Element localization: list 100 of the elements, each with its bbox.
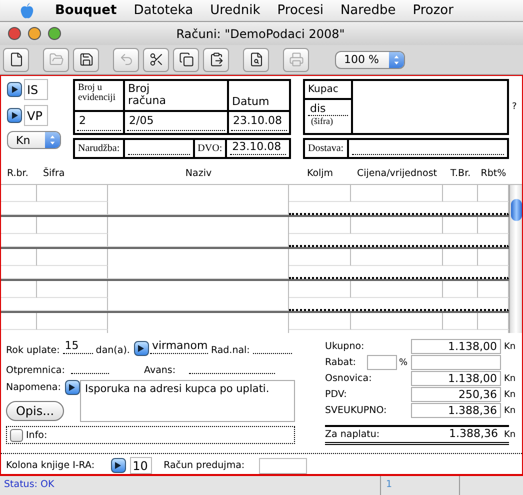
help-mark[interactable]: ? xyxy=(512,102,517,112)
table-cell[interactable] xyxy=(1,298,108,311)
table-cell[interactable] xyxy=(1,184,37,202)
days-label: dan(a). xyxy=(96,345,130,356)
info-checkbox[interactable] xyxy=(10,428,23,442)
menu-item[interactable]: Urednik xyxy=(210,3,260,18)
ira-column-label: Kolona knjige I-RA: xyxy=(6,460,95,471)
column-header: Koljm xyxy=(306,168,334,181)
total-label: Rabat: xyxy=(325,357,357,368)
table-cell[interactable] xyxy=(108,248,289,279)
description-button[interactable]: Opis... xyxy=(6,401,64,422)
menu-item[interactable]: Datoteka xyxy=(134,3,194,18)
table-cell[interactable] xyxy=(351,312,443,330)
payment-method-field[interactable]: virmanom xyxy=(150,339,208,354)
field-value[interactable]: 2/05 xyxy=(127,112,225,131)
table-cell[interactable] xyxy=(443,312,478,330)
code-field[interactable]: VP xyxy=(24,105,48,126)
note-label: Napomena: xyxy=(6,382,61,394)
code-field[interactable]: IS xyxy=(24,79,48,100)
prepayment-field[interactable] xyxy=(258,458,307,474)
window-title: Računi: "DemoPodaci 2008" xyxy=(175,26,346,40)
discount-percent-field[interactable] xyxy=(367,355,397,370)
table-cell[interactable] xyxy=(108,280,289,311)
table-cell[interactable] xyxy=(351,248,443,266)
amount-due: 1.388,36 xyxy=(448,427,499,442)
table-cell[interactable] xyxy=(443,184,478,202)
toolbar-button[interactable] xyxy=(243,48,269,72)
column-header: Cijena/vrijednost xyxy=(356,168,438,181)
paste-icon xyxy=(208,52,224,67)
menu-item[interactable]: Procesi xyxy=(277,3,324,18)
table-cell[interactable] xyxy=(289,184,351,202)
table-cell[interactable] xyxy=(443,248,478,266)
amount-field: 1.388,36 xyxy=(411,403,501,418)
popup-button[interactable] xyxy=(7,82,22,97)
field-value[interactable]: 2 xyxy=(77,112,121,131)
toolbar-button[interactable] xyxy=(3,48,29,72)
table-cell[interactable] xyxy=(37,280,108,298)
code-hint: (šifra) xyxy=(310,116,334,126)
table-cell[interactable] xyxy=(351,216,443,234)
toolbar-button[interactable] xyxy=(143,48,169,72)
table-cell[interactable] xyxy=(37,184,108,202)
menu-item[interactable]: Naredbe xyxy=(340,3,396,18)
total-label: Osnovica: xyxy=(325,373,373,384)
popup-button[interactable] xyxy=(134,341,149,356)
table-cell[interactable] xyxy=(289,248,351,266)
status-text: Status: OK xyxy=(3,478,56,492)
customer-code-field[interactable]: dis xyxy=(308,102,348,116)
menu-item[interactable]: Prozor xyxy=(412,3,454,18)
work-order-label: Rad.nal: xyxy=(210,345,250,356)
apple-icon[interactable] xyxy=(20,2,34,18)
order-label: Narudžba: xyxy=(75,140,125,157)
table-cell[interactable] xyxy=(37,248,108,266)
page-number: 1 xyxy=(380,476,460,495)
table-cell[interactable] xyxy=(1,280,37,298)
table-cell[interactable] xyxy=(1,234,108,247)
currency-label: Kn xyxy=(504,342,516,352)
popup-button[interactable] xyxy=(110,458,126,473)
table-cell[interactable] xyxy=(108,184,289,215)
table-cell[interactable] xyxy=(108,216,289,247)
triangle-icon xyxy=(69,384,76,392)
table-cell[interactable] xyxy=(37,216,108,234)
total-label: SVEUKUPNO: xyxy=(325,405,388,416)
table-cell[interactable] xyxy=(443,280,478,298)
table-cell[interactable] xyxy=(289,312,351,330)
ira-column-field[interactable]: 10 xyxy=(130,457,152,474)
table-cell[interactable] xyxy=(37,312,108,330)
dispatch-label: Otpremnica: xyxy=(6,365,66,376)
table-cell[interactable] xyxy=(1,216,37,234)
scrollbar[interactable] xyxy=(509,184,522,334)
term-label: Rok uplate: xyxy=(6,345,60,356)
toolbar-button[interactable] xyxy=(73,48,99,72)
close-button[interactable] xyxy=(8,27,21,40)
column-header: R.br. xyxy=(6,168,30,181)
dvo-field[interactable]: 23.10.08 xyxy=(230,140,286,155)
column-header: Rbt% xyxy=(480,168,508,181)
triangle-icon xyxy=(138,345,144,352)
column-header: Šifra xyxy=(42,168,66,181)
zoom-dropdown[interactable]: 100 % xyxy=(335,50,405,68)
table-cell[interactable] xyxy=(351,184,443,202)
zoom-button[interactable] xyxy=(48,27,61,40)
table-cell[interactable] xyxy=(289,216,351,234)
table-cell[interactable] xyxy=(1,248,37,266)
toolbar-button[interactable] xyxy=(173,48,199,72)
field-value[interactable]: 23.10.08 xyxy=(231,112,287,131)
app-menu[interactable]: Bouquet xyxy=(55,3,117,18)
stepper-arrows-icon xyxy=(45,132,60,148)
popup-button[interactable] xyxy=(64,380,80,396)
table-cell[interactable] xyxy=(289,280,351,298)
toolbar-button[interactable] xyxy=(203,48,229,72)
currency-dropdown[interactable]: Kn xyxy=(7,131,61,149)
field-label: Broj u evidenciji xyxy=(75,81,123,112)
table-cell[interactable] xyxy=(1,266,108,279)
note-field[interactable]: Isporuka na adresi kupca po uplati. xyxy=(80,380,295,422)
table-cell[interactable] xyxy=(443,216,478,234)
table-cell[interactable] xyxy=(351,280,443,298)
table-cell[interactable] xyxy=(1,202,108,215)
table-cell[interactable] xyxy=(1,312,37,330)
popup-button[interactable] xyxy=(7,108,22,123)
minimize-button[interactable] xyxy=(28,27,41,40)
term-field[interactable]: 15 xyxy=(62,339,93,354)
